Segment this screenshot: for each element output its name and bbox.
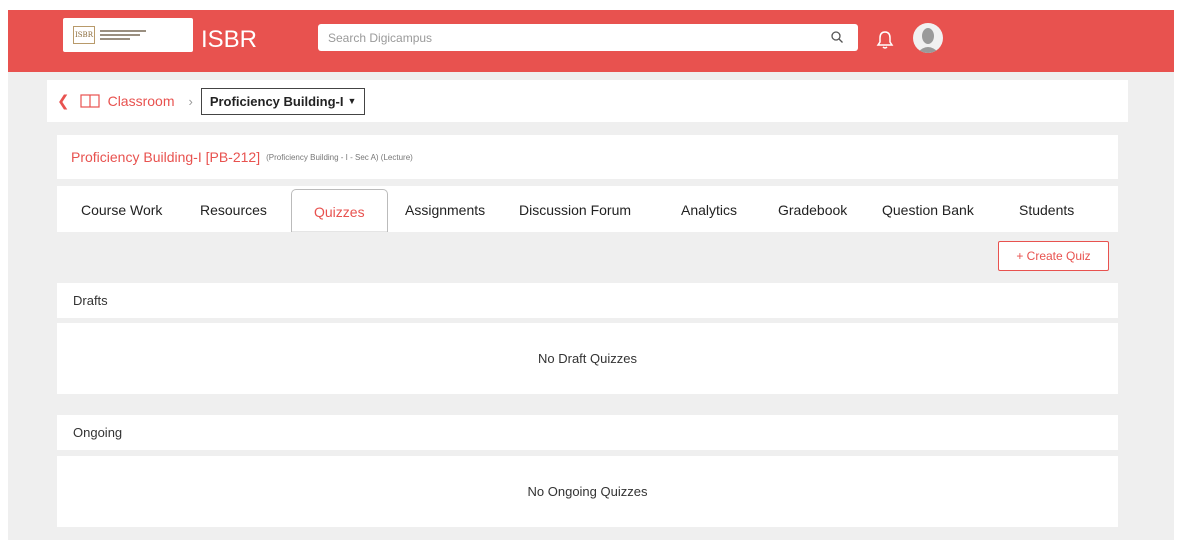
logo-lines [100,30,146,40]
breadcrumb-classroom-link[interactable]: Classroom [108,93,175,109]
top-navbar: ISBR ISBR [8,10,1174,72]
ongoing-section-header: Ongoing [57,415,1118,450]
drafts-empty-text: No Draft Quizzes [538,351,637,366]
search-input[interactable] [328,30,808,45]
ongoing-empty-state: No Ongoing Quizzes [57,456,1118,527]
app-title: ISBR [201,26,258,53]
course-tabs: Course Work Resources Quizzes Assignment… [57,186,1118,232]
tab-students[interactable]: Students [1019,202,1074,218]
breadcrumb: ❮ Classroom › Proficiency Building-I ▼ [47,80,1128,122]
course-title: Proficiency Building-I [PB-212] [71,149,261,165]
logo-mark: ISBR [73,26,95,44]
tab-gradebook[interactable]: Gradebook [778,202,847,218]
tab-question-bank[interactable]: Question Bank [882,202,974,218]
ongoing-title: Ongoing [73,425,123,440]
create-quiz-button[interactable]: + Create Quiz [998,241,1109,271]
drafts-section-header: Drafts [57,283,1118,318]
book-icon [79,94,100,108]
course-dropdown-label: Proficiency Building-I [209,93,344,109]
search-bar[interactable] [318,24,858,51]
institution-logo[interactable]: ISBR [63,18,193,52]
caret-down-icon: ▼ [347,96,357,106]
course-dropdown[interactable]: Proficiency Building-I ▼ [200,87,366,115]
tab-analytics[interactable]: Analytics [681,202,737,218]
tab-quizzes[interactable]: Quizzes [291,189,388,232]
course-header: Proficiency Building-I [PB-212] (Profici… [57,135,1118,179]
ongoing-empty-text: No Ongoing Quizzes [527,484,648,499]
search-icon[interactable] [830,30,844,44]
breadcrumb-separator: › [188,93,193,109]
bell-icon[interactable] [876,30,894,50]
drafts-title: Drafts [73,293,108,308]
tab-discussion-forum[interactable]: Discussion Forum [519,202,631,218]
avatar[interactable] [913,23,943,53]
user-avatar-icon [917,28,939,53]
drafts-empty-state: No Draft Quizzes [57,323,1118,394]
tab-course-work[interactable]: Course Work [81,202,162,218]
chevron-left-icon[interactable]: ❮ [57,92,70,110]
tab-resources[interactable]: Resources [200,202,267,218]
course-meta: (Proficiency Building - I - Sec A) (Lect… [266,152,413,162]
tab-assignments[interactable]: Assignments [405,202,485,218]
